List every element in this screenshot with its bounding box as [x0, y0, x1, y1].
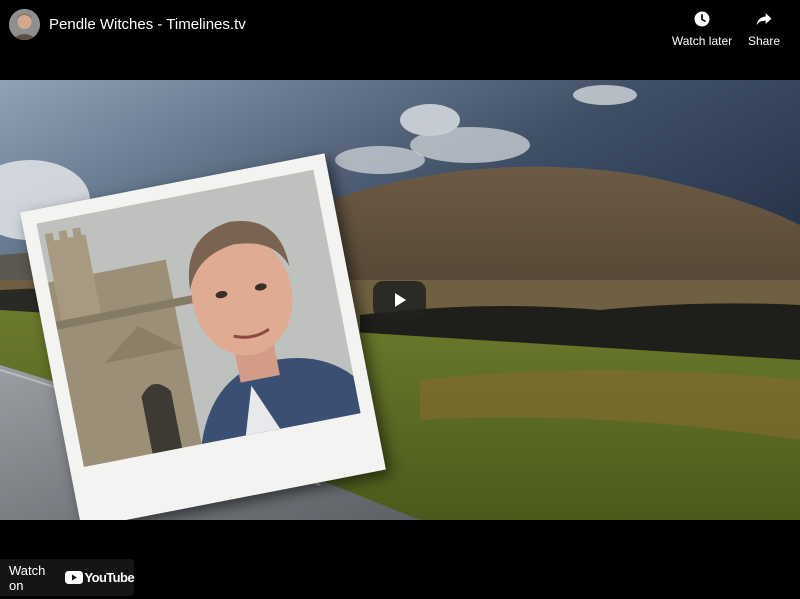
share-button[interactable]: Share [746, 9, 782, 48]
play-button[interactable] [373, 281, 426, 318]
presenter-photo [36, 169, 361, 468]
watch-on-label: Watch on [9, 562, 46, 593]
youtube-logo: YouTube [64, 570, 135, 585]
channel-avatar[interactable] [9, 9, 40, 40]
share-label: Share [747, 34, 781, 48]
avatar-image [9, 9, 40, 40]
watch-later-button[interactable]: Watch later [671, 9, 733, 48]
youtube-wordmark: YouTube [84, 570, 135, 585]
youtube-embed-player: Pendle Witches - Timelines.tv Watch late… [0, 0, 800, 599]
presenter-image [36, 169, 361, 468]
clock-icon [694, 11, 710, 27]
player-top-bar: Pendle Witches - Timelines.tv Watch late… [0, 0, 800, 52]
play-icon [395, 293, 406, 307]
watch-later-label: Watch later [671, 34, 733, 48]
share-arrow-icon [756, 13, 772, 26]
watch-on-youtube-button[interactable]: Watch on YouTube [0, 559, 135, 596]
video-title-link[interactable]: Pendle Witches - Timelines.tv [49, 16, 246, 34]
polaroid-photo [20, 153, 386, 520]
youtube-play-logo-icon [64, 571, 83, 584]
